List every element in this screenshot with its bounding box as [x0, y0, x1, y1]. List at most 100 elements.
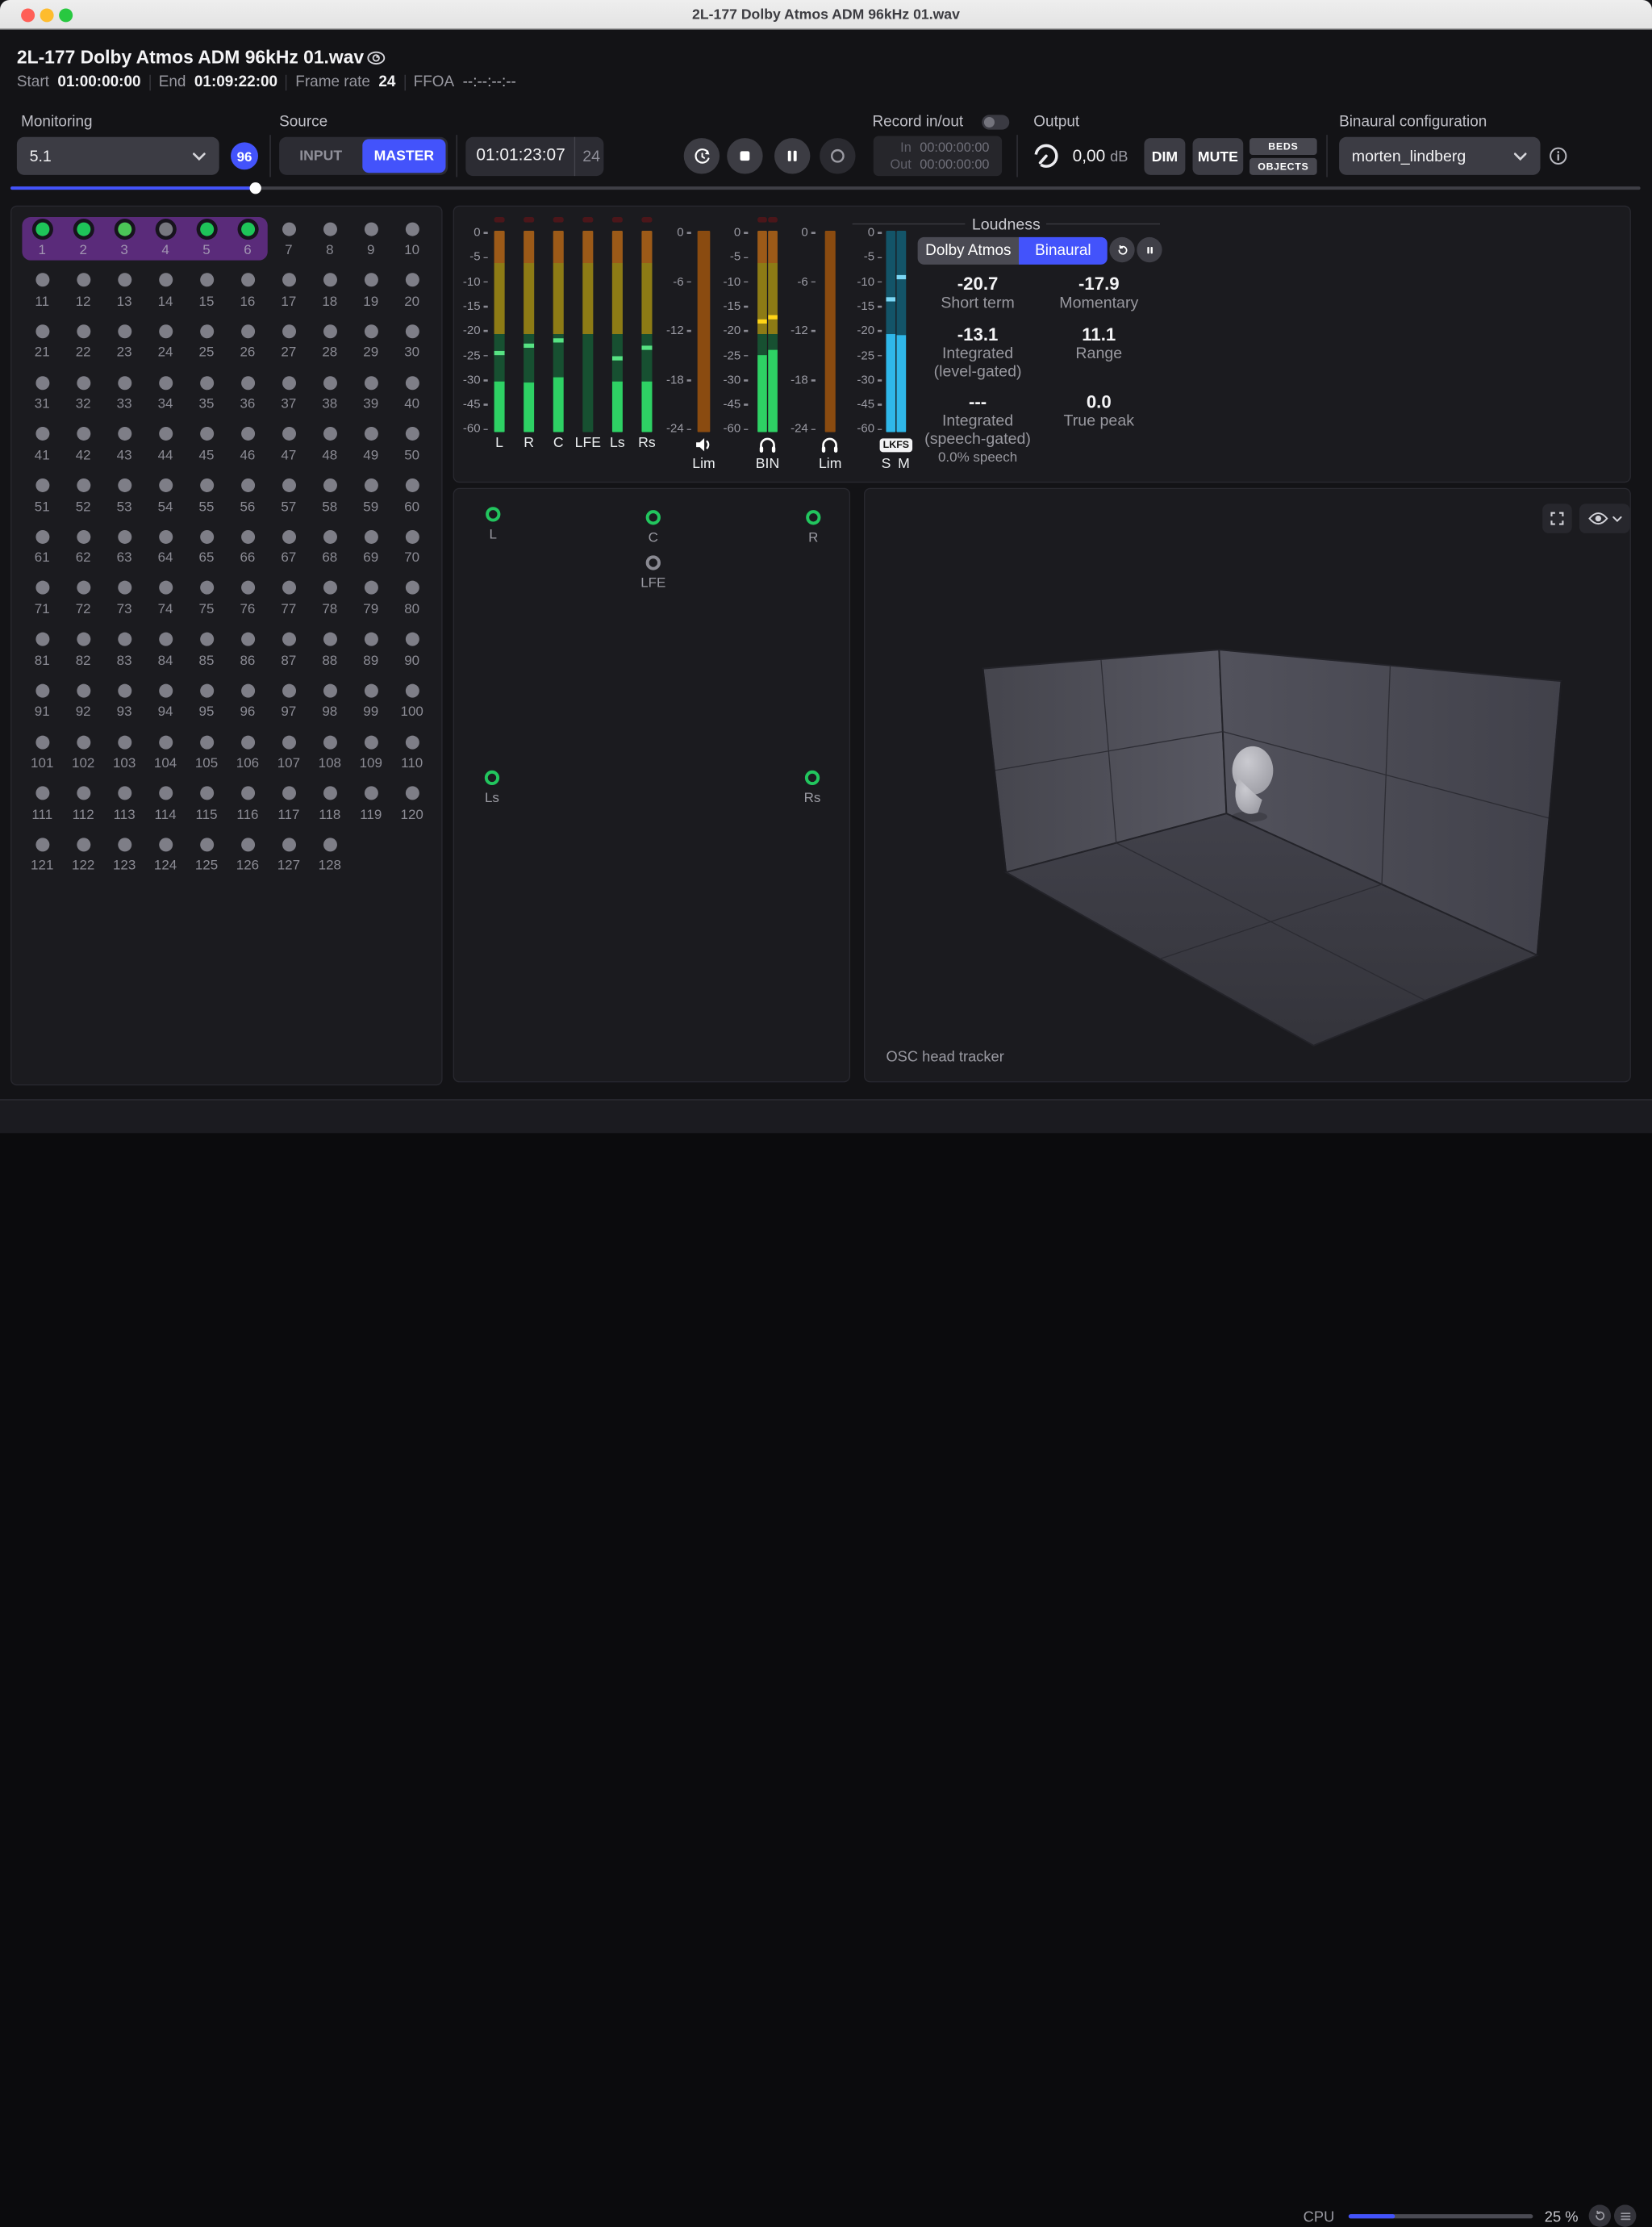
channel-dot[interactable] — [200, 324, 214, 338]
channel-dot[interactable] — [323, 274, 336, 287]
channel-dot[interactable] — [282, 222, 295, 236]
channel-dot[interactable] — [159, 683, 173, 697]
channel-dot[interactable] — [364, 530, 378, 544]
info-icon[interactable] — [1549, 147, 1568, 166]
channel-dot[interactable] — [118, 376, 131, 390]
speaker-l[interactable] — [486, 507, 500, 521]
channel-dot[interactable] — [364, 633, 378, 646]
channel-dot[interactable] — [77, 581, 90, 595]
channel-dot[interactable] — [240, 222, 254, 236]
channel-dot[interactable] — [364, 324, 378, 338]
channel-dot[interactable] — [323, 735, 336, 749]
channel-dot[interactable] — [118, 324, 131, 338]
channel-dot[interactable] — [323, 324, 336, 338]
channel-dot[interactable] — [35, 581, 49, 595]
channel-dot[interactable] — [35, 274, 49, 287]
channel-dot[interactable] — [282, 838, 295, 851]
channel-dot[interactable] — [118, 787, 131, 800]
channel-dot[interactable] — [118, 838, 131, 851]
channel-dot[interactable] — [323, 683, 336, 697]
playhead-handle[interactable] — [250, 182, 261, 194]
channel-dot[interactable] — [35, 324, 49, 338]
channel-dot[interactable] — [159, 838, 173, 851]
channel-dot[interactable] — [364, 683, 378, 697]
monitoring-select[interactable]: 5.1 — [17, 137, 219, 175]
channel-dot[interactable] — [282, 427, 295, 441]
stop-button[interactable] — [727, 138, 762, 173]
channel-dot[interactable] — [118, 427, 131, 441]
channel-dot[interactable] — [240, 735, 254, 749]
channel-dot[interactable] — [364, 274, 378, 287]
channel-dot[interactable] — [35, 735, 49, 749]
speaker-c[interactable] — [646, 510, 661, 524]
channel-dot[interactable] — [282, 683, 295, 697]
channel-dot[interactable] — [77, 735, 90, 749]
sync-transport-button[interactable] — [684, 138, 720, 173]
channel-dot[interactable] — [118, 683, 131, 697]
channel-dot[interactable] — [323, 478, 336, 492]
channel-dot[interactable] — [159, 222, 173, 236]
channel-dot[interactable] — [118, 530, 131, 544]
channel-dot[interactable] — [240, 376, 254, 390]
channel-dot[interactable] — [200, 787, 214, 800]
cpu-reset-button[interactable] — [1589, 2204, 1611, 2226]
channel-dot[interactable] — [405, 478, 419, 492]
channel-dot[interactable] — [323, 787, 336, 800]
channel-dot[interactable] — [35, 683, 49, 697]
channel-dot[interactable] — [159, 633, 173, 646]
channel-dot[interactable] — [118, 222, 131, 236]
source-master-button[interactable]: MASTER — [362, 139, 445, 173]
channel-dot[interactable] — [240, 633, 254, 646]
channel-dot[interactable] — [405, 274, 419, 287]
channel-dot[interactable] — [364, 735, 378, 749]
channel-dot[interactable] — [364, 376, 378, 390]
channel-dot[interactable] — [240, 787, 254, 800]
tab-binaural[interactable]: Binaural — [1019, 237, 1108, 265]
loudness-reset-button[interactable] — [1109, 237, 1134, 262]
channel-dot[interactable] — [159, 478, 173, 492]
channel-dot[interactable] — [200, 633, 214, 646]
channel-dot[interactable] — [405, 530, 419, 544]
channel-dot[interactable] — [240, 427, 254, 441]
channel-dot[interactable] — [282, 478, 295, 492]
channel-dot[interactable] — [159, 787, 173, 800]
channel-dot[interactable] — [282, 633, 295, 646]
channel-dot[interactable] — [159, 735, 173, 749]
mute-button[interactable]: MUTE — [1193, 138, 1244, 175]
speaker-lfe[interactable] — [646, 555, 661, 570]
channel-dot[interactable] — [200, 478, 214, 492]
monitoring-channel-badge[interactable]: 96 — [231, 142, 258, 169]
view-options-button[interactable] — [1579, 503, 1630, 533]
channel-dot[interactable] — [118, 478, 131, 492]
channel-dot[interactable] — [405, 683, 419, 697]
speaker-ls[interactable] — [485, 771, 499, 785]
channel-dot[interactable] — [35, 376, 49, 390]
channel-dot[interactable] — [77, 838, 90, 851]
speaker-r[interactable] — [806, 510, 820, 524]
channel-dot[interactable] — [200, 735, 214, 749]
channel-dot[interactable] — [118, 633, 131, 646]
channel-dot[interactable] — [35, 478, 49, 492]
loudness-pause-button[interactable] — [1137, 237, 1162, 262]
channel-dot[interactable] — [35, 787, 49, 800]
channel-dot[interactable] — [200, 838, 214, 851]
channel-dot[interactable] — [200, 376, 214, 390]
pause-button[interactable] — [774, 138, 810, 173]
output-knob[interactable] — [1032, 141, 1062, 171]
channel-dot[interactable] — [200, 222, 214, 236]
channel-dot[interactable] — [282, 530, 295, 544]
channel-dot[interactable] — [405, 376, 419, 390]
channel-dot[interactable] — [240, 324, 254, 338]
fullscreen-button[interactable] — [1542, 503, 1572, 533]
channel-dot[interactable] — [77, 530, 90, 544]
channel-dot[interactable] — [405, 222, 419, 236]
channel-dot[interactable] — [77, 683, 90, 697]
channel-dot[interactable] — [282, 324, 295, 338]
channel-dot[interactable] — [159, 530, 173, 544]
channel-dot[interactable] — [77, 427, 90, 441]
dim-button[interactable]: DIM — [1144, 138, 1185, 175]
channel-dot[interactable] — [200, 274, 214, 287]
channel-dot[interactable] — [159, 427, 173, 441]
channel-dot[interactable] — [282, 787, 295, 800]
channel-dot[interactable] — [35, 633, 49, 646]
